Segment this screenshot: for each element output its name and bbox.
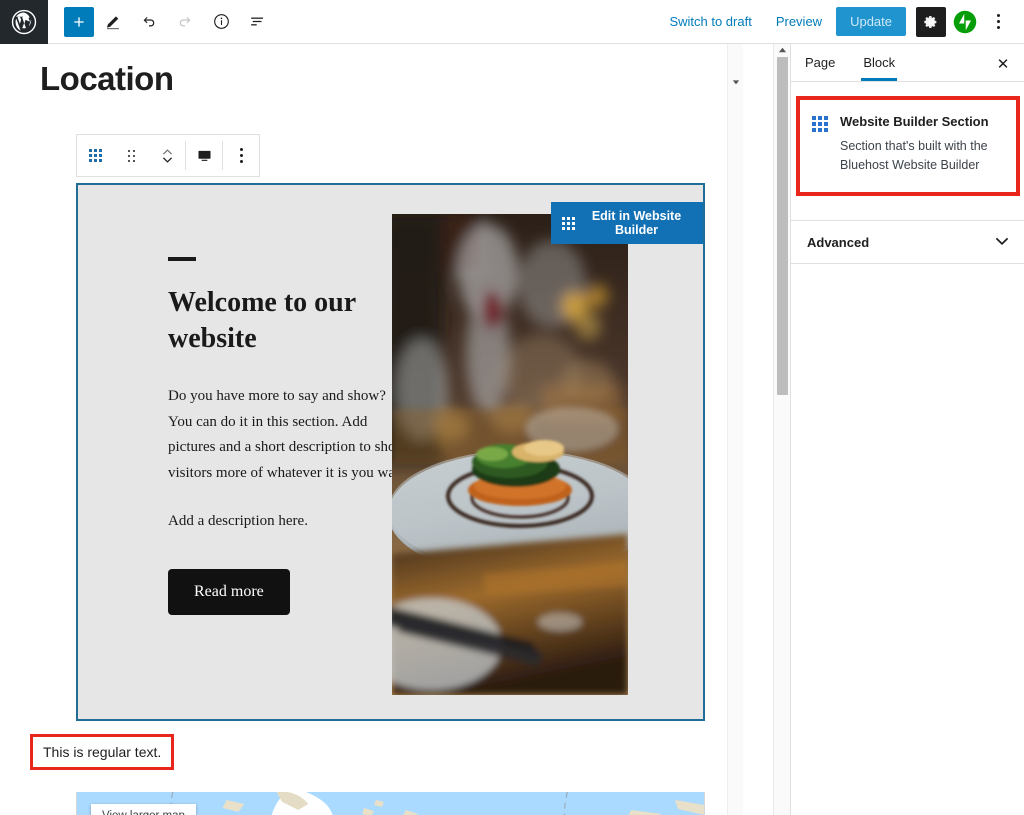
gear-icon[interactable] [916,6,946,37]
tab-block[interactable]: Block [849,44,909,81]
editor-content-scrollbar[interactable] [727,44,743,815]
chevron-up-down-glyph [162,148,173,164]
redo-arrow-icon[interactable] [168,5,202,39]
grid-block-icon [812,114,828,176]
view-larger-map-button[interactable]: View larger map [91,804,196,815]
chevron-down-icon [995,233,1009,251]
block-card-description: Section that's built with the Bluehost W… [840,139,988,173]
switch-to-draft-button[interactable]: Switch to draft [659,8,761,35]
editor-top-toolbar: Switch to draft Preview Update [0,0,1024,44]
preview-button[interactable]: Preview [766,8,832,35]
section-image [392,214,628,695]
block-options-icon[interactable] [223,135,259,176]
section-heading[interactable]: Welcome to our website [168,285,411,358]
drag-glyph [127,149,135,162]
grid-block-icon[interactable] [77,135,113,176]
block-toolbar [76,134,260,177]
info-circle-icon[interactable] [204,5,238,39]
grid-glyph [88,149,102,162]
page-scrollbar[interactable] [773,44,790,815]
section-paragraph-2[interactable]: Add a description here. [168,509,411,535]
editor-canvas: Location Welcome to our website Do you h… [0,44,743,815]
toolbar-right-group: Switch to draft Preview Update [659,5,1024,39]
close-x-icon[interactable]: ✕ [990,51,1016,77]
decorative-rule [168,257,196,261]
section-paragraph-1[interactable]: Do you have more to say and show? You ca… [168,384,411,487]
edit-in-website-builder-label: Edit in Website Builder [591,209,682,237]
regular-text-paragraph[interactable]: This is regular text. [43,744,161,760]
undo-arrow-icon[interactable] [132,5,166,39]
vertical-ellipsis-icon[interactable] [984,5,1012,39]
pencil-icon[interactable] [96,5,130,39]
block-toolbar-left [77,135,185,176]
page-title[interactable]: Location [40,60,174,98]
drag-handle-icon[interactable] [113,135,149,176]
monitor-display-icon[interactable] [186,135,222,176]
advanced-panel-toggle[interactable]: Advanced [791,220,1024,264]
grid-glyph [812,116,828,132]
block-settings-sidebar: Page Block ✕ Website Builder Section Sec… [790,44,1024,815]
jetpack-icon[interactable] [950,7,980,37]
regular-text-highlight-box: This is regular text. [30,734,175,770]
add-block-button[interactable] [64,6,94,37]
map-embed-block[interactable]: View larger map [76,792,705,815]
move-block-buttons[interactable] [149,135,185,176]
scroll-up-arrow-icon [778,47,787,53]
block-toolbar-mid [186,135,222,176]
sidebar-tabs: Page Block ✕ [791,44,1024,82]
list-view-icon[interactable] [240,5,274,39]
block-card-highlight-box: Website Builder Section Section that's b… [796,96,1020,196]
ellipsis-dots [239,148,243,163]
update-button[interactable]: Update [836,7,906,36]
block-card-title: Website Builder Section [840,114,989,129]
website-builder-section-block[interactable]: Welcome to our website Do you have more … [76,183,705,721]
block-toolbar-right [223,135,259,176]
wordpress-block-editor: Switch to draft Preview Update Location … [0,0,1024,815]
grid-block-icon [562,216,575,230]
block-info-text: Website Builder Section Section that's b… [840,114,1004,176]
toolbar-left-group [48,5,274,39]
edit-in-website-builder-button[interactable]: Edit in Website Builder [551,202,703,244]
tab-page[interactable]: Page [791,44,849,81]
read-more-button[interactable]: Read more [168,568,290,615]
ellipsis-dots [996,14,1000,29]
page-scrollbar-thumb[interactable] [777,57,788,395]
section-text-column: Welcome to our website Do you have more … [78,185,441,719]
block-info-card: Website Builder Section Section that's b… [800,100,1016,192]
scroll-down-arrow-icon [732,80,740,85]
advanced-panel-label: Advanced [807,234,870,250]
wordpress-logo-icon[interactable] [0,0,48,44]
